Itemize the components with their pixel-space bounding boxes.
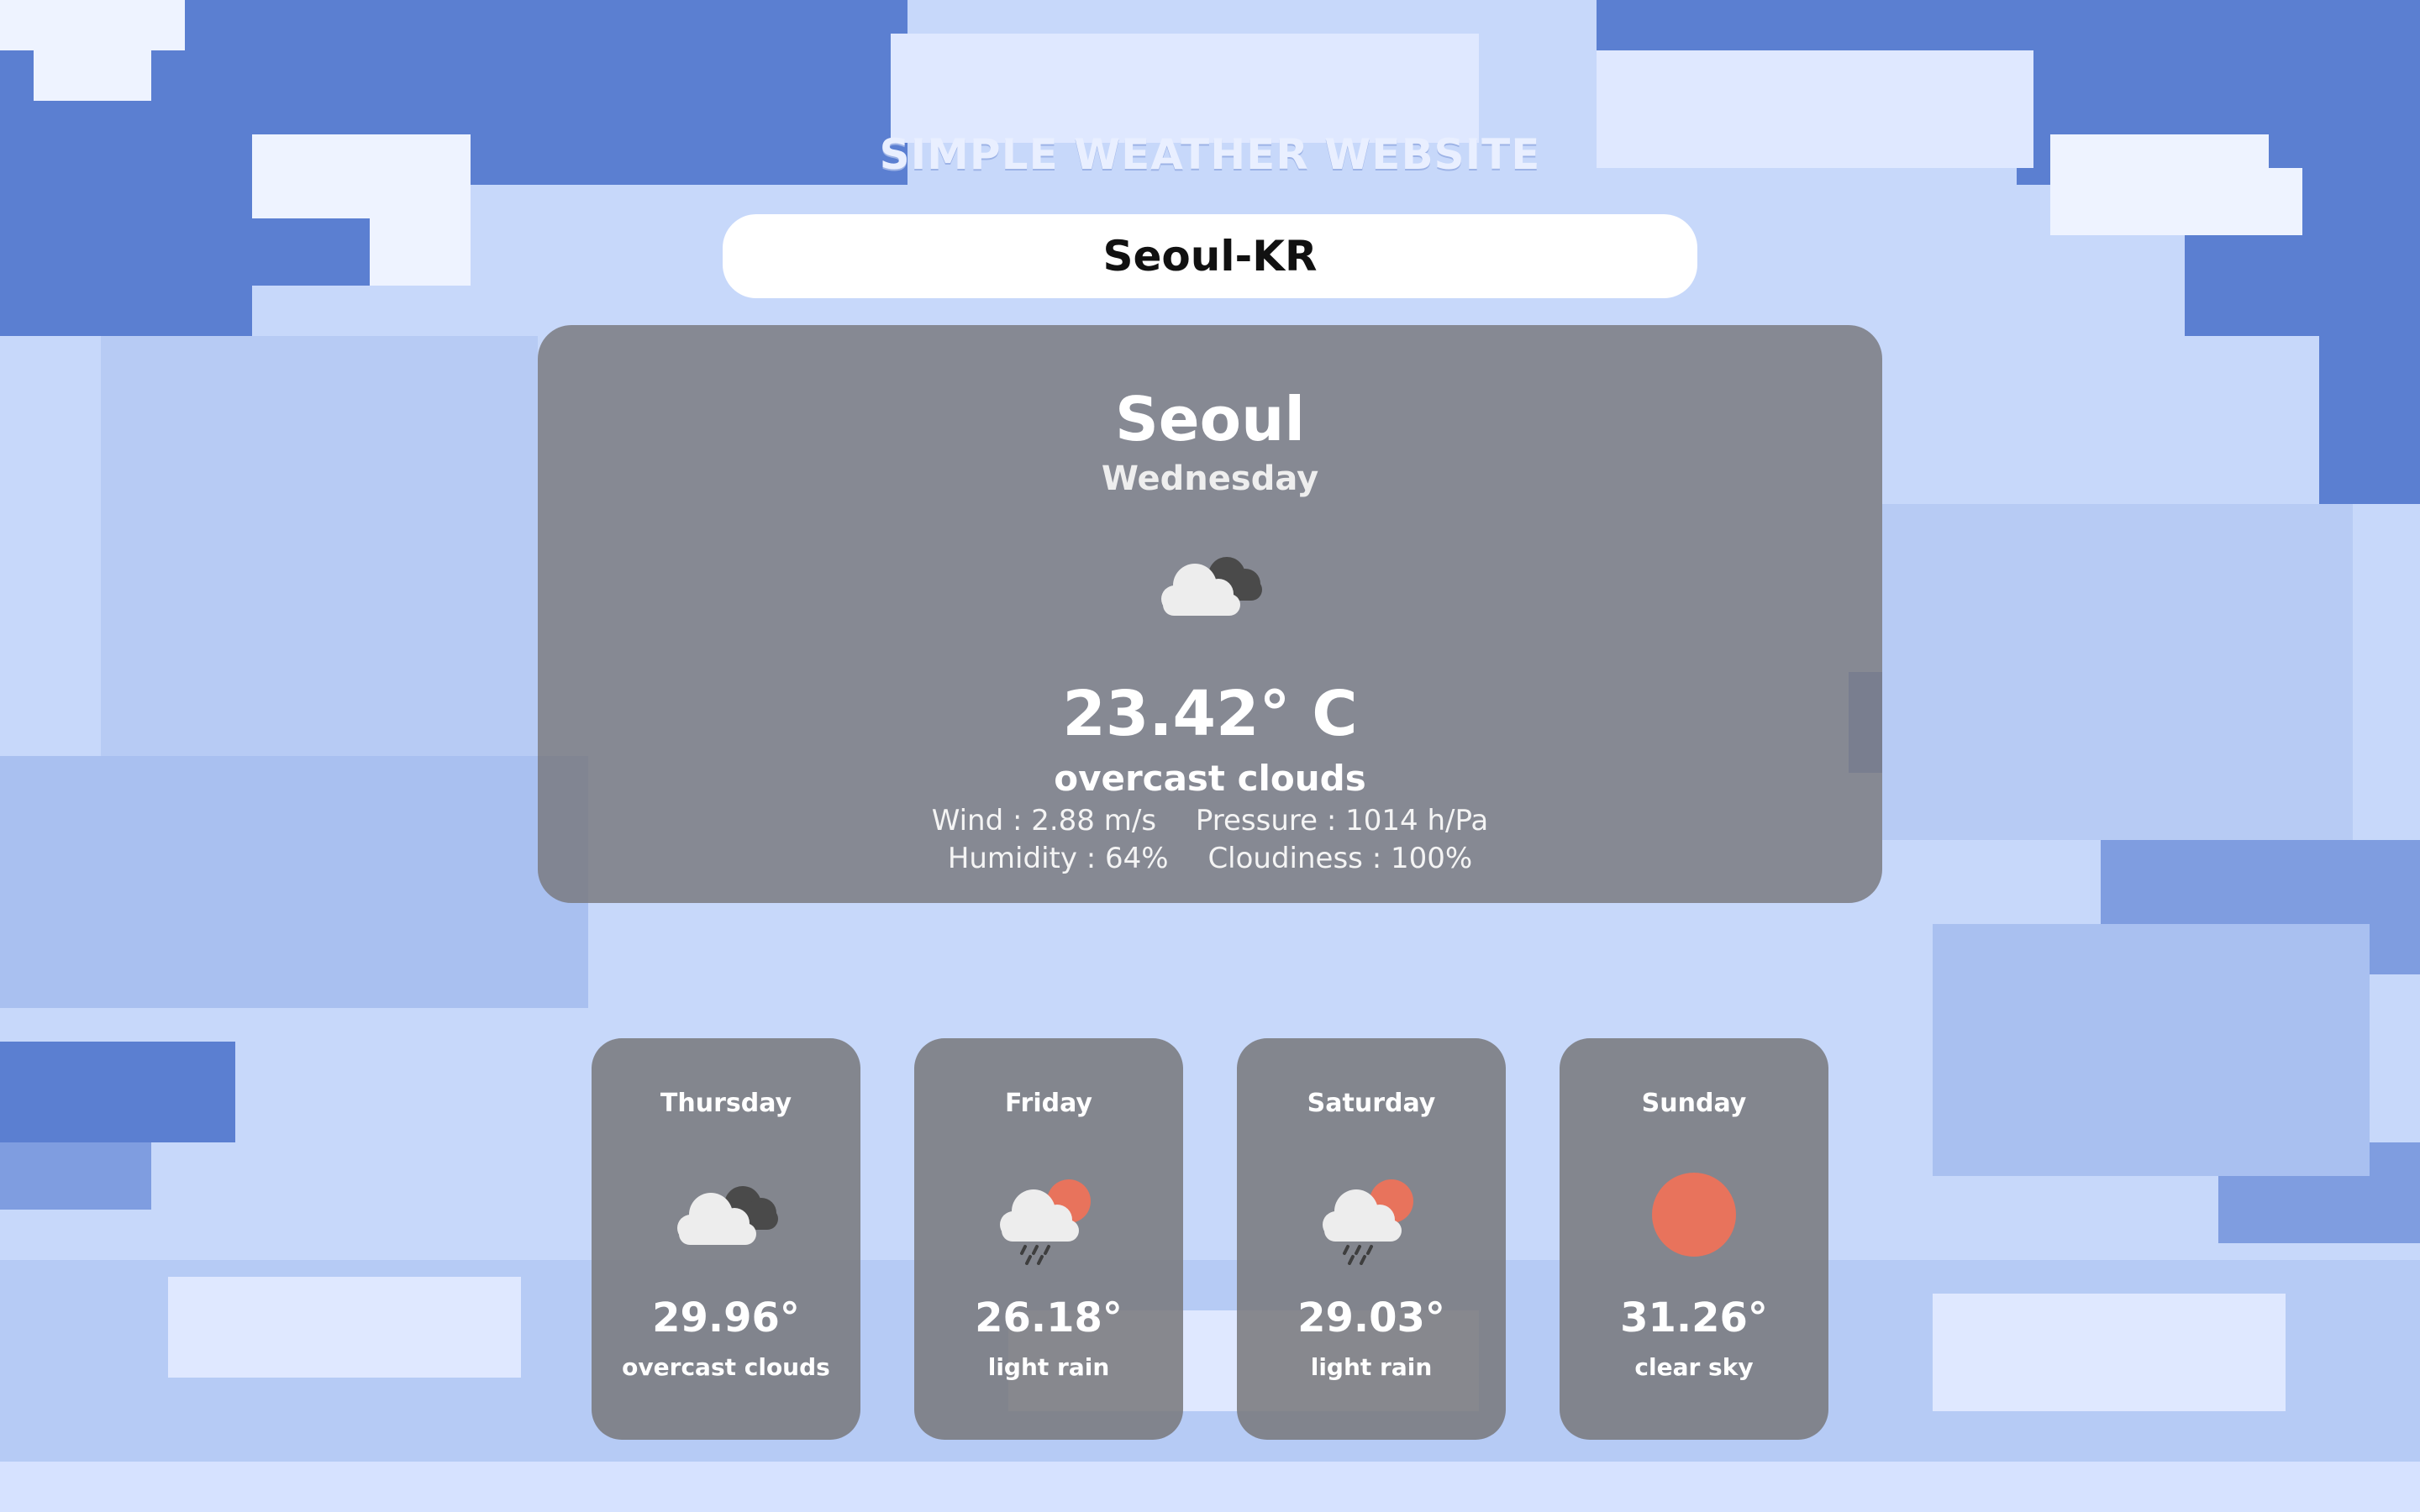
wind-value: Wind : 2.88 m/s xyxy=(931,804,1157,837)
current-description: overcast clouds xyxy=(1054,758,1366,799)
forecast-day: Sunday xyxy=(1641,1089,1747,1118)
forecast-temp: 29.03° xyxy=(1297,1294,1445,1341)
details-row-2: Humidity : 64% Cloudiness : 100% xyxy=(538,842,1882,875)
forecast-desc: light rain xyxy=(1310,1353,1433,1381)
overcast-clouds-icon xyxy=(659,1164,793,1265)
current-temperature: 23.42° C xyxy=(1062,678,1358,750)
forecast-card-sunday: Sunday 31.26° clear sky xyxy=(1560,1038,1828,1440)
forecast-desc: clear sky xyxy=(1634,1353,1754,1381)
forecast-temp: 26.18° xyxy=(975,1294,1123,1341)
forecast-temp: 31.26° xyxy=(1620,1294,1768,1341)
city-name: Seoul xyxy=(1114,384,1306,454)
city-search-input[interactable] xyxy=(746,231,1674,281)
clear-sky-icon xyxy=(1627,1164,1761,1265)
cloudiness-value: Cloudiness : 100% xyxy=(1207,842,1473,875)
forecast-day: Thursday xyxy=(660,1089,792,1118)
forecast-temp: 29.96° xyxy=(652,1294,800,1341)
light-rain-icon xyxy=(981,1164,1116,1265)
details-row-1: Wind : 2.88 m/s Pressure : 1014 h/Pa xyxy=(538,804,1882,837)
overcast-clouds-icon xyxy=(1143,535,1277,636)
current-weather-card: Seoul Wednesday 23.42° C overcast clouds… xyxy=(538,325,1882,903)
forecast-card-saturday: Saturday 29.03° light rain xyxy=(1237,1038,1506,1440)
pressure-value: Pressure : 1014 h/Pa xyxy=(1195,804,1489,837)
forecast-day: Friday xyxy=(1004,1089,1092,1118)
page-title: SIMPLE WEATHER WEBSITE xyxy=(879,130,1541,179)
forecast-desc: overcast clouds xyxy=(622,1353,830,1381)
forecast-day: Saturday xyxy=(1307,1089,1436,1118)
humidity-value: Humidity : 64% xyxy=(947,842,1169,875)
search-bar[interactable] xyxy=(723,214,1697,298)
forecast-desc: light rain xyxy=(987,1353,1110,1381)
current-day: Wednesday xyxy=(1101,459,1319,498)
forecast-card-thursday: Thursday 29.96° overcast clouds xyxy=(592,1038,860,1440)
forecast-card-friday: Friday 26.18° light rain xyxy=(914,1038,1183,1440)
light-rain-icon xyxy=(1304,1164,1439,1265)
